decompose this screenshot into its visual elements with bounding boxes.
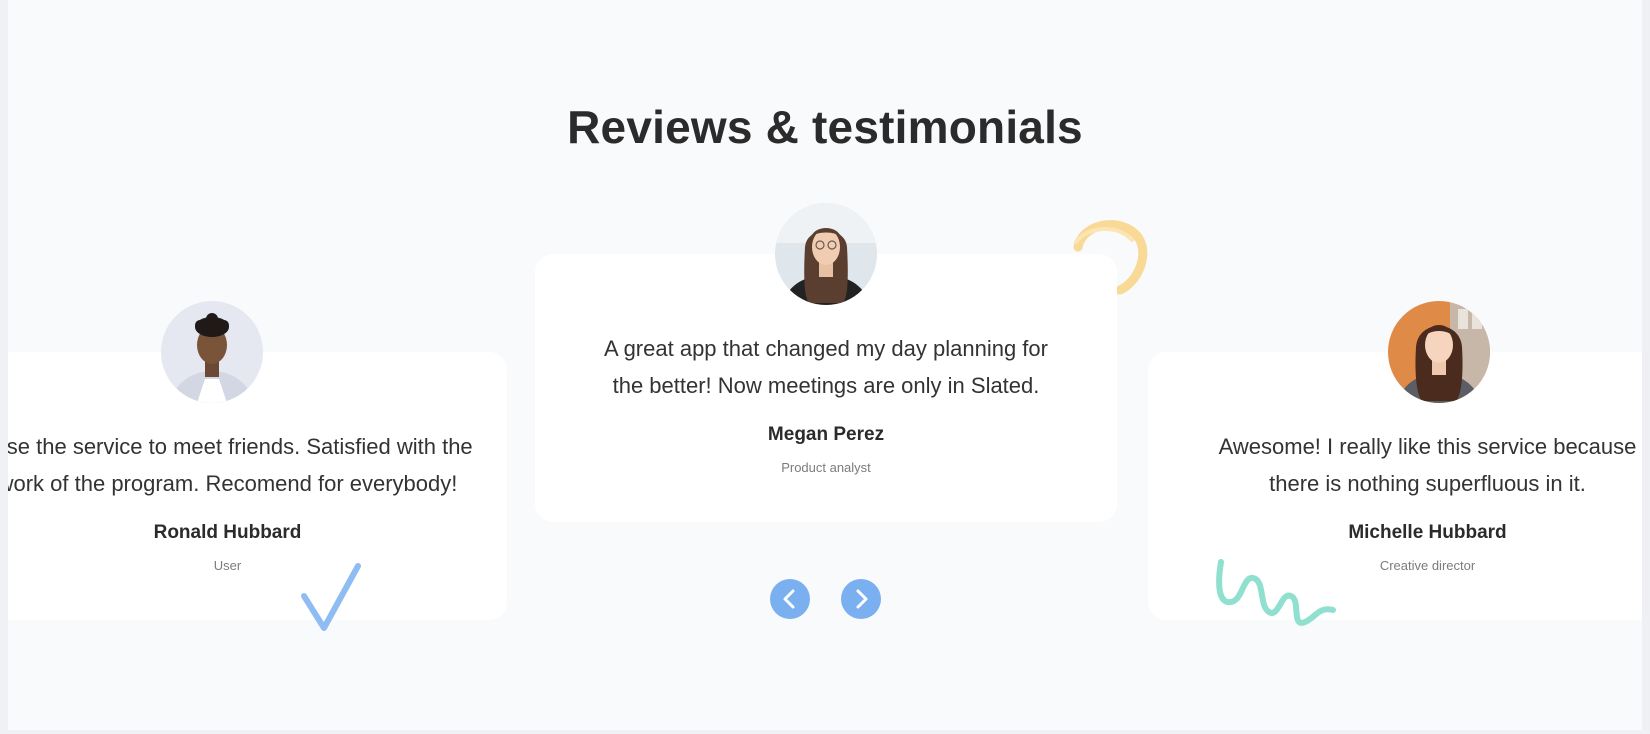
reviewer-name: Michelle Hubbard [1348, 522, 1507, 543]
quote-line: A great app that changed my day planning… [604, 336, 1048, 361]
reviewer-name: Ronald Hubbard [153, 522, 302, 543]
quote-line: I use the service to meet friends. Satis… [8, 434, 473, 459]
prev-button[interactable] [770, 579, 810, 619]
chevron-left-icon [783, 589, 795, 609]
reviewer-name: Megan Perez [767, 424, 885, 445]
quote-line: work of the program. Recomend for everyb… [8, 471, 458, 496]
avatar [1388, 301, 1490, 403]
testimonials-section: Reviews & testimonials I use the service… [8, 0, 1650, 730]
reviewer-role: User [213, 558, 242, 573]
quote-line: the better! Now meetings are only in Sla… [612, 373, 1040, 398]
scroll-edge [1642, 0, 1650, 730]
quote-line: there is nothing superfluous in it. [1269, 471, 1586, 496]
chevron-right-icon [856, 589, 868, 609]
reviewer-role: Product analyst [781, 460, 871, 475]
squiggle-decoration [1216, 559, 1336, 626]
next-button[interactable] [841, 579, 881, 619]
checkmark-decoration [301, 563, 361, 631]
section-title: Reviews & testimonials [567, 101, 1083, 153]
avatar [775, 203, 877, 305]
testimonial-card: I use the service to meet friends. Satis… [8, 352, 507, 620]
avatar [161, 301, 263, 403]
quote-line: Awesome! I really like this service beca… [1218, 434, 1637, 459]
